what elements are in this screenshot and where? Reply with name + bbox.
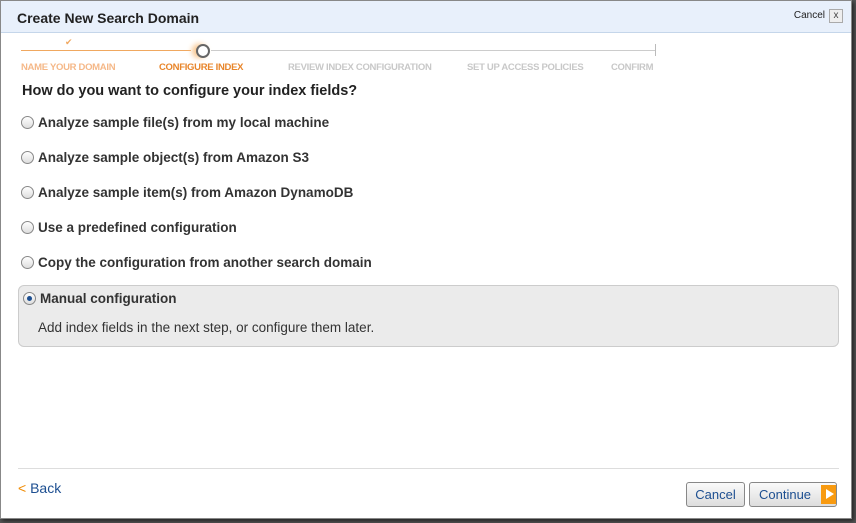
step-name-your-domain: NAME YOUR DOMAIN bbox=[21, 62, 116, 73]
radio-button[interactable] bbox=[21, 151, 34, 164]
option-dynamodb[interactable]: Analyze sample item(s) from Amazon Dynam… bbox=[21, 185, 353, 200]
option-label: Copy the configuration from another sear… bbox=[38, 255, 372, 270]
arrow-right-icon bbox=[821, 485, 836, 504]
progress-line-remaining bbox=[211, 50, 655, 51]
option-amazon-s3[interactable]: Analyze sample object(s) from Amazon S3 bbox=[21, 150, 309, 165]
radio-button[interactable] bbox=[21, 221, 34, 234]
progress-end-marker bbox=[655, 44, 656, 56]
dialog-title: Create New Search Domain bbox=[17, 10, 200, 26]
option-manual[interactable]: Manual configuration bbox=[23, 291, 177, 306]
radio-button[interactable] bbox=[21, 186, 34, 199]
step-confirm: CONFIRM bbox=[611, 62, 654, 73]
step-set-up-access-policies: SET UP ACCESS POLICIES bbox=[467, 62, 584, 73]
continue-label: Continue bbox=[759, 487, 812, 502]
create-search-domain-dialog: Create New Search Domain Cancel x ✔ NAME… bbox=[0, 0, 852, 519]
dialog-titlebar: Create New Search Domain Cancel x bbox=[1, 1, 851, 33]
progress-line-done bbox=[21, 50, 191, 51]
option-local-files[interactable]: Analyze sample file(s) from my local mac… bbox=[21, 115, 329, 130]
step-review-index-configuration: REVIEW INDEX CONFIGURATION bbox=[288, 62, 432, 73]
radio-button-selected[interactable] bbox=[23, 292, 36, 305]
option-predefined[interactable]: Use a predefined configuration bbox=[21, 220, 237, 235]
checkmark-icon: ✔ bbox=[65, 37, 73, 47]
option-label: Use a predefined configuration bbox=[38, 220, 237, 235]
option-label: Analyze sample object(s) from Amazon S3 bbox=[38, 150, 310, 165]
close-icon[interactable]: x bbox=[829, 9, 843, 23]
current-step-indicator bbox=[196, 44, 210, 58]
footer-divider bbox=[18, 468, 839, 469]
back-label: Back bbox=[30, 480, 62, 496]
wizard-progress: ✔ NAME YOUR DOMAIN CONFIGURE INDEX REVIE… bbox=[21, 37, 657, 75]
option-copy-domain[interactable]: Copy the configuration from another sear… bbox=[21, 255, 372, 270]
radio-button[interactable] bbox=[21, 256, 34, 269]
radio-button[interactable] bbox=[21, 116, 34, 129]
question-heading: How do you want to configure your index … bbox=[22, 83, 358, 99]
continue-button[interactable]: Continue bbox=[749, 482, 837, 507]
cancel-button[interactable]: Cancel bbox=[686, 482, 745, 507]
step-configure-index: CONFIGURE INDEX bbox=[159, 62, 244, 73]
option-label: Analyze sample file(s) from my local mac… bbox=[38, 115, 330, 130]
option-description: Add index fields in the next step, or co… bbox=[38, 320, 375, 335]
back-arrow-icon: < bbox=[18, 480, 27, 496]
option-label: Manual configuration bbox=[40, 291, 177, 306]
cancel-link[interactable]: Cancel bbox=[794, 10, 825, 21]
back-link[interactable]: < Back bbox=[18, 480, 61, 496]
option-label: Analyze sample item(s) from Amazon Dynam… bbox=[38, 185, 354, 200]
